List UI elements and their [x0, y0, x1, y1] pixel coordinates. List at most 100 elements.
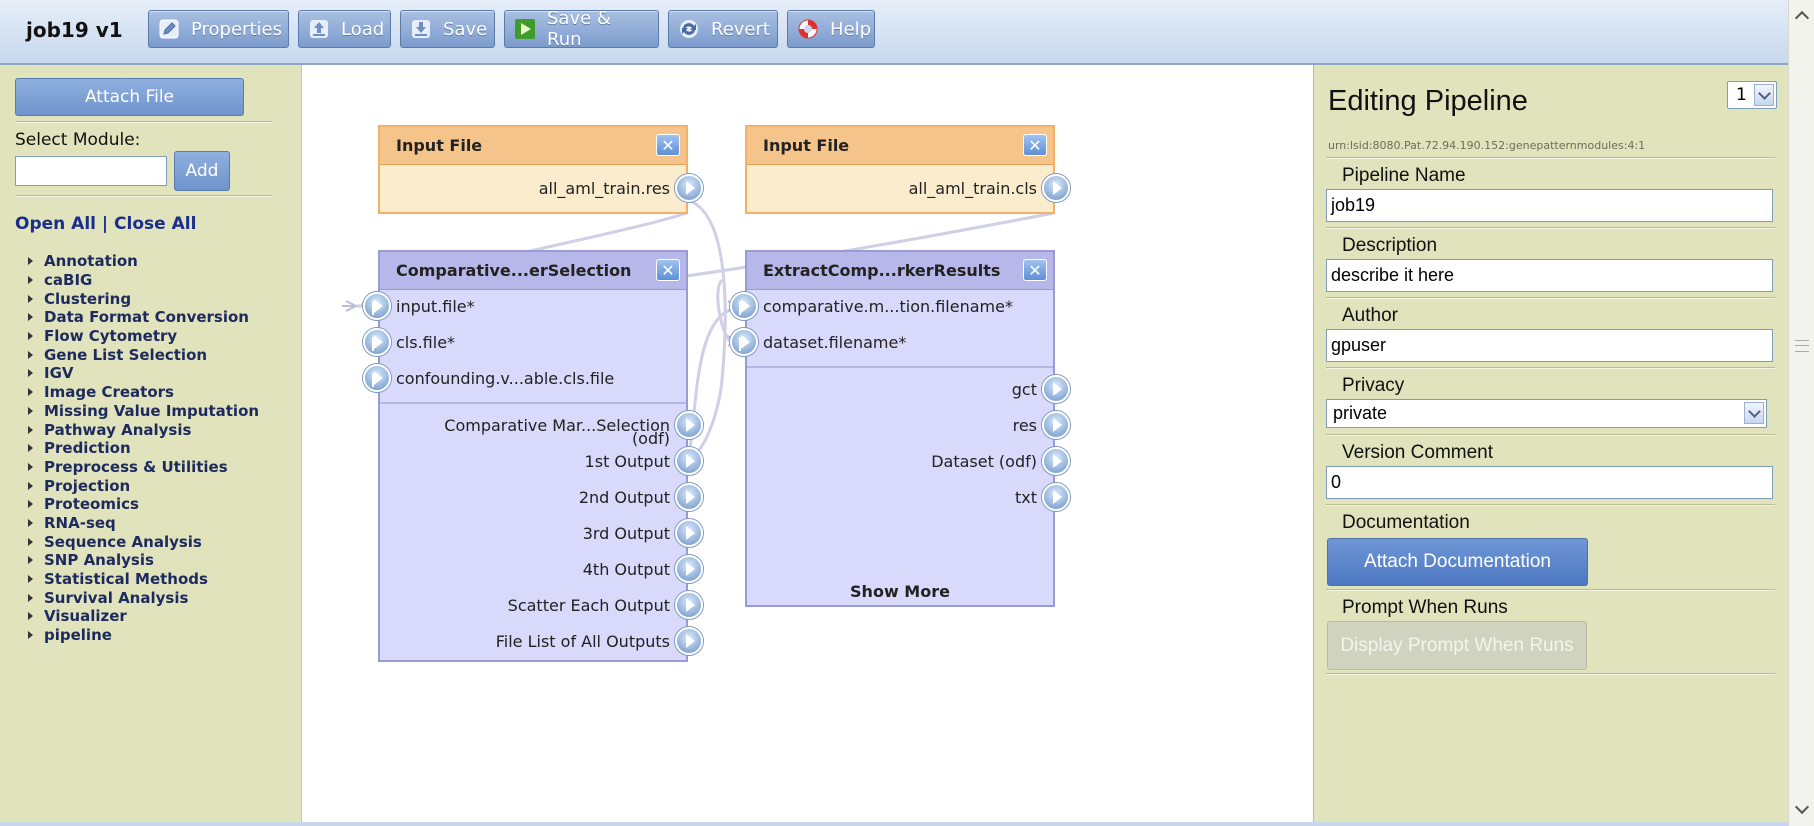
category-label: Statistical Methods [44, 570, 208, 589]
expand-arrow-icon [28, 388, 33, 397]
category-data-format-conversion[interactable]: Data Format Conversion [28, 308, 259, 327]
input-port-icon[interactable] [363, 364, 391, 392]
save-button[interactable]: Save [400, 10, 495, 48]
vertical-scrollbar[interactable] [1788, 0, 1814, 826]
version-comment-field[interactable]: 0 [1326, 466, 1773, 499]
category-rna-seq[interactable]: RNA-seq [28, 514, 259, 533]
author-field[interactable]: gpuser [1326, 329, 1773, 362]
scroll-down-icon[interactable] [1793, 800, 1811, 818]
documentation-label: Documentation [1342, 512, 1470, 533]
input-file-node[interactable]: Input File ✕ all_aml_train.res [378, 125, 703, 214]
input-port-icon[interactable] [363, 292, 391, 320]
close-icon[interactable]: ✕ [656, 259, 680, 281]
expand-arrow-icon [28, 575, 33, 584]
save-and-run-button[interactable]: Save & Run [504, 8, 659, 50]
scroll-grip-icon[interactable] [1795, 340, 1809, 352]
category-prediction[interactable]: Prediction [28, 439, 259, 458]
output-port-icon[interactable] [675, 174, 703, 202]
expand-arrow-icon [28, 500, 33, 509]
help-button[interactable]: Help [787, 10, 875, 48]
output-port-label: Dataset (odf) [931, 451, 1037, 471]
output-port-icon[interactable] [1042, 483, 1070, 511]
input-port-icon[interactable] [730, 292, 758, 320]
module-panel: Attach File Select Module: Add Open All … [0, 65, 302, 826]
open-all-link[interactable]: Open All [15, 214, 96, 234]
connection-wire [716, 278, 732, 343]
attach-file-button[interactable]: Attach File [15, 78, 244, 116]
output-port-icon[interactable] [675, 519, 703, 547]
bottom-border [0, 822, 1788, 826]
input-port-label: comparative.m...tion.filename* [763, 296, 1013, 316]
extract-comparative-marker-results-node[interactable]: ExtractComp...rkerResults ✕ comparative.… [730, 250, 1070, 607]
close-icon[interactable]: ✕ [1023, 134, 1047, 156]
output-port-icon[interactable] [675, 411, 703, 439]
category-pathway-analysis[interactable]: Pathway Analysis [28, 420, 259, 439]
input-port-icon[interactable] [363, 328, 391, 356]
input-port-icon[interactable] [730, 328, 758, 356]
add-module-button[interactable]: Add [174, 151, 230, 191]
pipeline-canvas[interactable]: Input File ✕ all_aml_train.res Input Fil… [302, 65, 1313, 826]
output-port-label: File List of All Outputs [495, 631, 670, 651]
privacy-select[interactable]: private [1326, 399, 1767, 428]
category-preprocess-utilities[interactable]: Preprocess & Utilities [28, 458, 259, 477]
close-icon[interactable]: ✕ [656, 134, 680, 156]
divider [1326, 297, 1775, 299]
category-projection[interactable]: Projection [28, 476, 259, 495]
close-icon[interactable]: ✕ [1023, 259, 1047, 281]
pipeline-name-field[interactable]: job19 [1326, 189, 1773, 222]
comparative-marker-selection-node[interactable]: Comparative...erSelection ✕ input.file* … [363, 250, 703, 662]
category-sequence-analysis[interactable]: Sequence Analysis [28, 532, 259, 551]
divider [1326, 227, 1775, 229]
show-more-link[interactable]: Show More [747, 582, 1053, 601]
input-port-label: cls.file* [396, 332, 456, 352]
scroll-up-icon[interactable] [1793, 6, 1811, 24]
version-comment-label: Version Comment [1342, 442, 1494, 463]
category-clustering[interactable]: Clustering [28, 289, 259, 308]
properties-button[interactable]: Properties [148, 10, 289, 48]
load-button[interactable]: Load [298, 10, 391, 48]
divider [1326, 434, 1775, 436]
output-port-label: all_aml_train.res [538, 178, 670, 198]
output-port-icon[interactable] [1042, 447, 1070, 475]
output-port-icon[interactable] [1042, 411, 1070, 439]
category-survival-analysis[interactable]: Survival Analysis [28, 588, 259, 607]
category-igv[interactable]: IGV [28, 364, 259, 383]
output-port-icon[interactable] [675, 591, 703, 619]
category-gene-list-selection[interactable]: Gene List Selection [28, 345, 259, 364]
category-missing-value-imputation[interactable]: Missing Value Imputation [28, 402, 259, 421]
category-proteomics[interactable]: Proteomics [28, 495, 259, 514]
output-port-icon[interactable] [1042, 174, 1070, 202]
category-visualizer[interactable]: Visualizer [28, 607, 259, 626]
category-annotation[interactable]: Annotation [28, 252, 259, 271]
category-statistical-methods[interactable]: Statistical Methods [28, 570, 259, 589]
input-file-node[interactable]: Input File ✕ all_aml_train.cls [745, 125, 1070, 214]
category-label: Annotation [44, 252, 138, 271]
description-field[interactable]: describe it here [1326, 259, 1773, 292]
revert-button[interactable]: Revert [668, 10, 778, 48]
category-snp-analysis[interactable]: SNP Analysis [28, 551, 259, 570]
output-port-icon[interactable] [675, 447, 703, 475]
output-port-icon[interactable] [675, 555, 703, 583]
output-port-icon[interactable] [675, 483, 703, 511]
play-icon [513, 17, 537, 41]
category-label: RNA-seq [44, 513, 116, 532]
version-select[interactable]: 1 [1727, 81, 1777, 109]
category-label: SNP Analysis [44, 551, 154, 570]
category-label: Sequence Analysis [44, 532, 202, 551]
category-label: Projection [44, 476, 131, 495]
category-label: Survival Analysis [44, 588, 189, 607]
output-port-icon[interactable] [675, 627, 703, 655]
module-search-input[interactable] [15, 156, 167, 186]
category-pipeline[interactable]: pipeline [28, 626, 259, 645]
close-all-link[interactable]: Close All [114, 214, 196, 234]
category-image-creators[interactable]: Image Creators [28, 383, 259, 402]
divider [15, 121, 272, 123]
category-cabig[interactable]: caBIG [28, 271, 259, 290]
category-flow-cytometry[interactable]: Flow Cytometry [28, 327, 259, 346]
output-port-icon[interactable] [1042, 375, 1070, 403]
attach-documentation-button[interactable]: Attach Documentation [1327, 538, 1588, 586]
help-label: Help [830, 18, 872, 40]
expand-arrow-icon [28, 537, 33, 546]
pipeline-urn: urn:lsid:8080.Pat.72.94.190.152:genepatt… [1328, 139, 1646, 152]
category-label: Image Creators [44, 383, 174, 402]
